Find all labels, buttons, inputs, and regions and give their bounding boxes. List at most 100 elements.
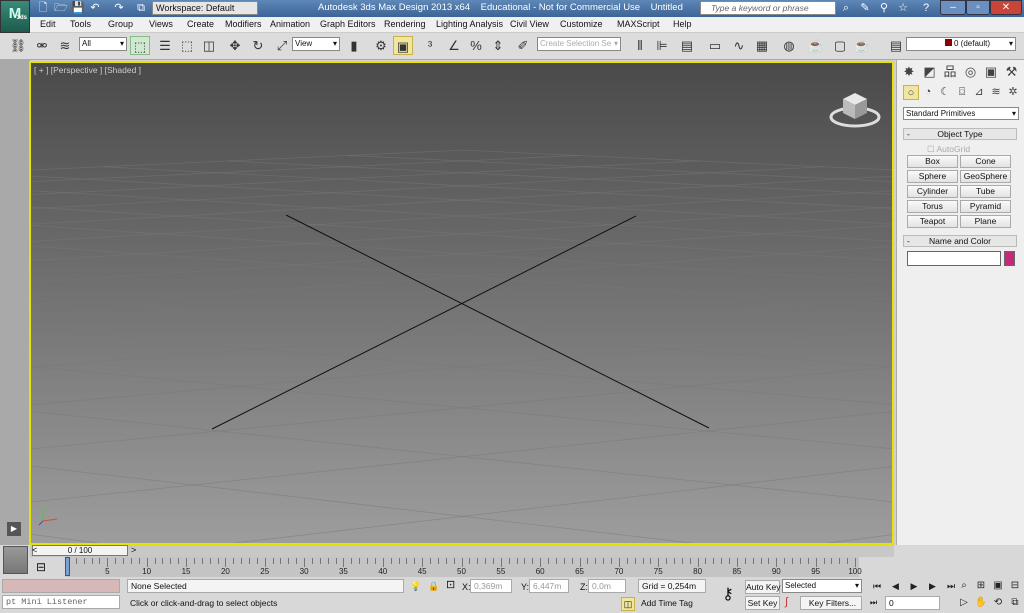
menu-animation[interactable]: Animation [270, 19, 310, 30]
keyboard-shortcut-icon[interactable]: ▣ [393, 36, 413, 55]
mini-curve-editor-icon[interactable]: ⊟ [36, 560, 46, 574]
category-dropdown[interactable]: Standard Primitives [903, 107, 1019, 120]
create-geosphere-button[interactable]: GeoSphere [960, 170, 1011, 183]
create-sphere-button[interactable]: Sphere [907, 170, 958, 183]
create-cylinder-button[interactable]: Cylinder [907, 185, 958, 198]
new-file-icon[interactable]: 🗋 [35, 1, 51, 15]
menu-group[interactable]: Group [108, 19, 133, 30]
binoculars-icon[interactable]: ⌕ [838, 1, 854, 15]
align-icon[interactable]: ⊫ [652, 36, 672, 55]
key-mode-dropdown[interactable]: Selected [782, 579, 862, 593]
select-by-name-icon[interactable]: ☰ [155, 36, 175, 55]
goto-start-icon[interactable]: ⏮ [868, 579, 886, 593]
render-icon[interactable]: ☕ [852, 36, 872, 55]
scene-explorer-icon[interactable]: ▭ [705, 36, 725, 55]
prev-frame-icon[interactable]: ◀ [887, 579, 905, 593]
expand-arrow-button[interactable]: ▶ [7, 522, 21, 536]
selection-filter-dropdown[interactable]: All [79, 37, 127, 51]
menu-help[interactable]: Help [673, 19, 692, 30]
menu-create[interactable]: Create [187, 19, 214, 30]
unlink-icon[interactable]: ⚮ [32, 36, 52, 55]
create-tube-button[interactable]: Tube [960, 185, 1011, 198]
set-key-button[interactable]: Set Key [745, 596, 780, 610]
lock-selection-icon[interactable]: 🔒 [428, 580, 439, 592]
zoom-extents-icon[interactable]: ▣ [989, 579, 1007, 593]
zoom-icon[interactable]: ⌕ [955, 579, 973, 593]
link-icon[interactable]: ⛓ [8, 36, 28, 55]
key-mode-toggle-icon[interactable]: ⏭ [870, 598, 877, 608]
systems-icon[interactable]: ✲ [1005, 85, 1021, 100]
layer-dropdown[interactable]: 0 (default) [906, 37, 1016, 51]
current-frame-spinner[interactable]: 0 [885, 596, 940, 610]
next-frame-arrow[interactable]: > [131, 545, 136, 556]
create-cone-button[interactable]: Cone [960, 155, 1011, 168]
motion-tab-icon[interactable]: ◎ [961, 62, 981, 81]
satellite-icon[interactable]: ⚲ [876, 1, 892, 15]
create-torus-button[interactable]: Torus [907, 200, 958, 213]
time-tag-icon[interactable]: ◫ [621, 597, 635, 611]
maximize-button[interactable]: ▫ [966, 0, 990, 15]
named-selection-dropdown[interactable]: Create Selection Se [537, 37, 621, 51]
x-coordinate-field[interactable]: 0,369m [470, 579, 512, 593]
menu-graph-editors[interactable]: Graph Editors [320, 19, 376, 30]
move-icon[interactable]: ✥ [225, 36, 245, 55]
menu-civil-view[interactable]: Civil View [510, 19, 549, 30]
time-slider-thumb[interactable]: 0 / 100 [32, 545, 128, 556]
time-slider[interactable]: 0 / 100 < > [30, 545, 894, 557]
layer-icon[interactable]: ▤ [886, 36, 906, 55]
create-plane-button[interactable]: Plane [960, 215, 1011, 228]
default-tangent-icon[interactable]: ∫ [785, 596, 788, 609]
menu-lighting-analysis[interactable]: Lighting Analysis [436, 19, 503, 30]
close-button[interactable]: ✕ [990, 0, 1022, 15]
modify-tab-icon[interactable]: ◩ [920, 62, 940, 81]
layer-manager-icon[interactable]: ▤ [677, 36, 697, 55]
auto-key-button[interactable]: Auto Key [745, 580, 781, 594]
redo-icon[interactable]: ↷ [111, 1, 127, 15]
menu-edit[interactable]: Edit [40, 19, 56, 30]
track-bar[interactable]: 0510152025303540455055606570758085909510… [65, 557, 862, 577]
material-editor-icon[interactable]: ◍ [779, 36, 799, 55]
spacewarps-icon[interactable]: ≋ [988, 85, 1004, 100]
mirror-icon[interactable]: ⫴ [630, 36, 650, 55]
viewport-label[interactable]: [ + ] [Perspective ] [Shaded ] [34, 65, 141, 75]
menu-views[interactable]: Views [149, 19, 173, 30]
wrench-icon[interactable]: ✎ [857, 1, 873, 15]
create-pyramid-button[interactable]: Pyramid [960, 200, 1011, 213]
next-frame-icon[interactable]: ▶ [924, 579, 942, 593]
orbit-icon[interactable]: ⟲ [989, 596, 1007, 610]
lights-icon[interactable]: ☾ [937, 85, 953, 100]
percent-snap-icon[interactable]: % [466, 36, 486, 55]
menu-customize[interactable]: Customize [560, 19, 603, 30]
autogrid-checkbox[interactable]: ☐ AutoGrid [927, 144, 970, 155]
isolate-icon[interactable]: 💡 [410, 580, 421, 592]
y-coordinate-field[interactable]: 6,447m [529, 579, 569, 593]
maxscript-mini-listener[interactable]: pt Mini Listener [2, 595, 120, 609]
menu-rendering[interactable]: Rendering [384, 19, 426, 30]
manipulate-icon[interactable]: ⚙ [371, 36, 391, 55]
key-filters-button[interactable]: Key Filters... [800, 596, 862, 610]
workspace-dropdown[interactable]: Workspace: Default [152, 1, 258, 15]
cameras-icon[interactable]: ⌼ [954, 85, 970, 100]
maximize-viewport-icon[interactable]: ⧉ [1006, 596, 1024, 610]
rotate-icon[interactable]: ↻ [248, 36, 268, 55]
save-icon[interactable]: 💾 [70, 1, 86, 15]
schematic-view-icon[interactable]: ▦ [752, 36, 772, 55]
pan-icon[interactable]: ✋ [972, 596, 990, 610]
viewport-layout-button[interactable] [3, 546, 28, 574]
play-icon[interactable]: ▶ [905, 579, 923, 593]
shapes-icon[interactable]: ◔ [920, 85, 936, 100]
edit-named-selection-icon[interactable]: ✐ [513, 36, 533, 55]
prev-frame-arrow[interactable]: < [32, 545, 37, 556]
star-icon[interactable]: ☆ [895, 1, 911, 15]
render-setup-icon[interactable]: ☕ [806, 36, 826, 55]
bind-spacewarp-icon[interactable]: ≋ [55, 36, 75, 55]
mirror-pivot-icon[interactable]: ▮ [344, 36, 364, 55]
snap-3d-icon[interactable]: ³ [420, 36, 440, 55]
z-coordinate-field[interactable]: 0,0m [588, 579, 626, 593]
select-object-icon[interactable]: ⬚ [130, 36, 150, 55]
current-frame-marker[interactable] [65, 557, 70, 576]
name-and-color-rollout-header[interactable]: - Name and Color [903, 235, 1017, 247]
reference-coordinate-dropdown[interactable]: View [292, 37, 340, 51]
help-icon[interactable]: ? [918, 1, 934, 15]
maxscript-listener-output[interactable] [2, 579, 120, 593]
